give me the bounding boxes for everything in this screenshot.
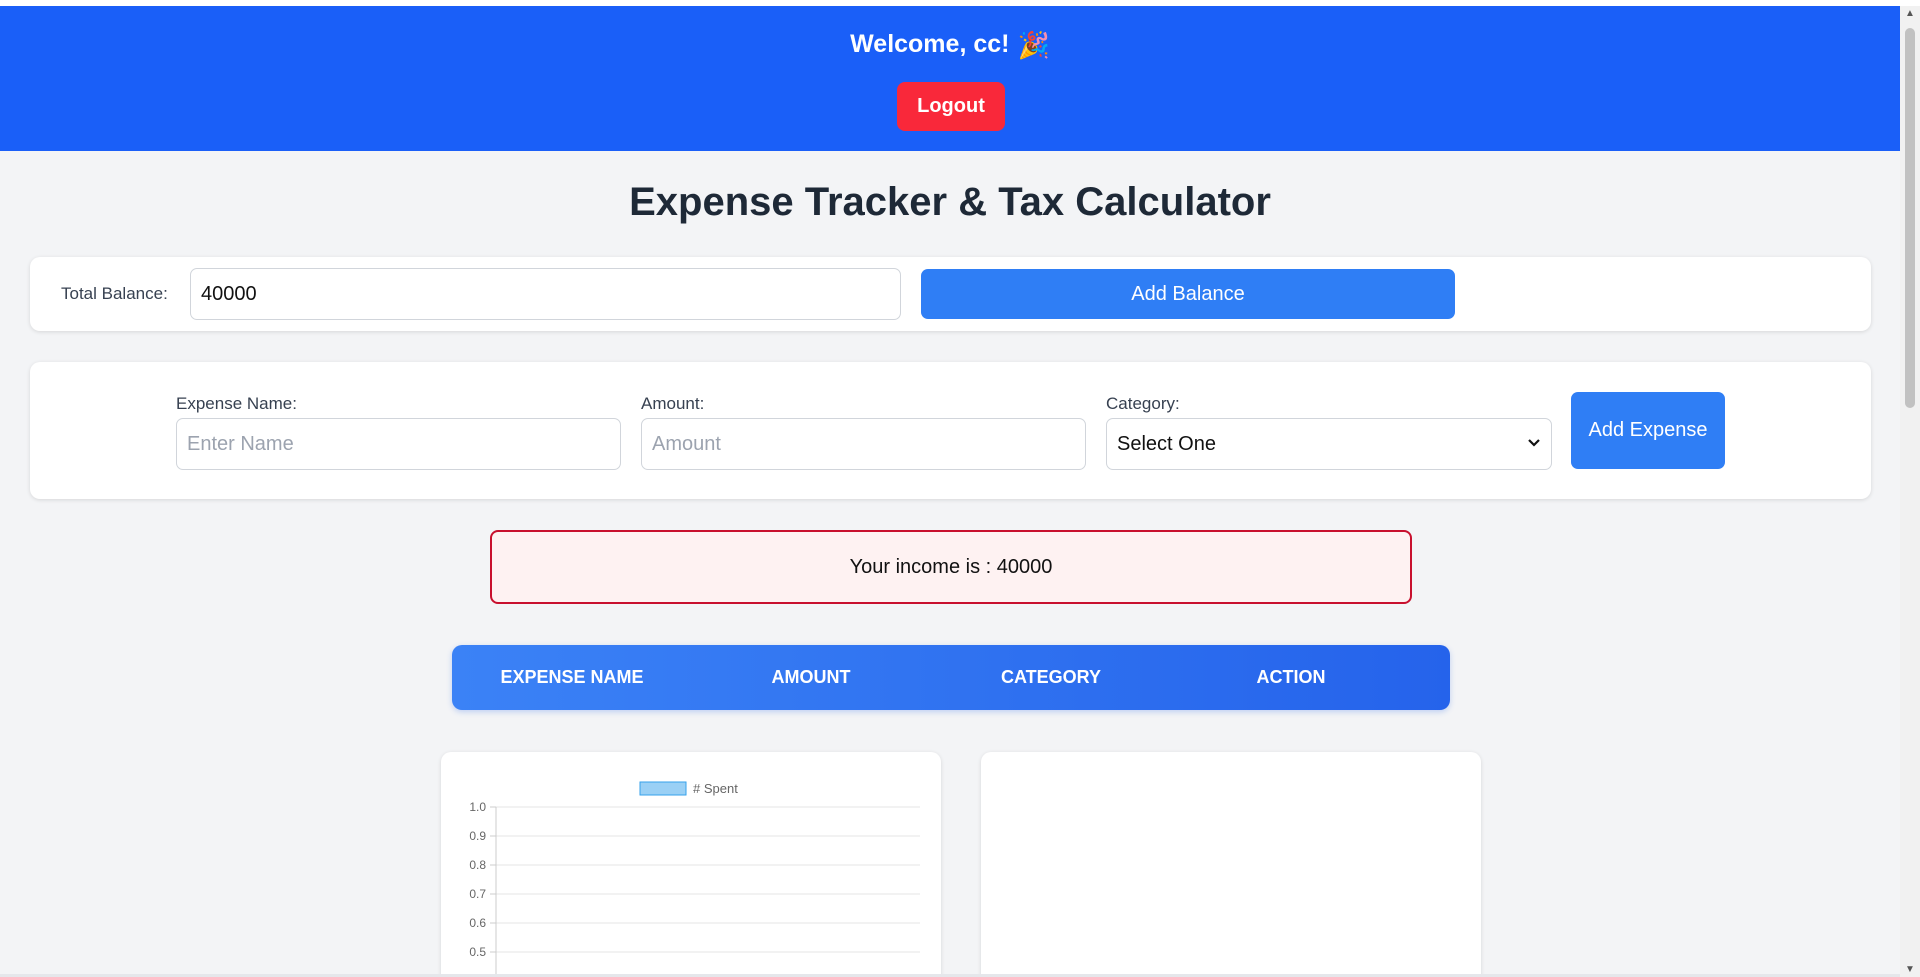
- legend-label: # Spent: [693, 781, 738, 796]
- total-balance-input[interactable]: [190, 268, 901, 320]
- spent-bar-chart: # Spent 1.0 0.9 0.8 0.7 0.6 0.5: [469, 781, 920, 977]
- chevron-down-icon: [1527, 435, 1541, 453]
- app-header: Welcome, cc! 🎉 Logout: [0, 6, 1900, 151]
- income-alert: Your income is : 40000: [490, 530, 1412, 604]
- vertical-scrollbar[interactable]: ▲ ▼: [1900, 6, 1920, 977]
- amount-label: Amount:: [641, 394, 705, 413]
- expense-name-input[interactable]: [176, 418, 621, 470]
- y-tick-label: 0.5: [469, 945, 486, 959]
- amount-input[interactable]: [641, 418, 1086, 470]
- y-tick-label: 0.6: [469, 916, 486, 930]
- y-tick-label: 0.8: [469, 858, 486, 872]
- category-label: Category:: [1106, 394, 1180, 413]
- welcome-text: Welcome, cc!: [850, 30, 1010, 58]
- balance-card: Total Balance: Add Balance: [30, 257, 1871, 331]
- logout-button[interactable]: Logout: [897, 82, 1005, 131]
- y-tick-label: 0.9: [469, 829, 486, 843]
- welcome-message: Welcome, cc! 🎉: [0, 30, 1900, 59]
- column-header-category: CATEGORY: [1000, 667, 1101, 687]
- add-expense-button[interactable]: Add Expense: [1571, 392, 1725, 469]
- total-balance-label: Total Balance:: [61, 284, 168, 303]
- party-popper-icon: 🎉: [1017, 29, 1050, 60]
- y-tick-label: 0.7: [469, 887, 486, 901]
- scroll-down-icon[interactable]: ▼: [1900, 964, 1920, 975]
- expense-table-header: EXPENSE NAME AMOUNT CATEGORY ACTION: [452, 645, 1450, 710]
- category-select[interactable]: Select One: [1106, 418, 1552, 470]
- add-balance-button[interactable]: Add Balance: [921, 269, 1455, 319]
- add-expense-card: Expense Name: Amount: Category: Select O…: [30, 362, 1871, 499]
- income-message: Your income is : 40000: [849, 555, 1053, 578]
- column-header-amount: AMOUNT: [771, 667, 851, 687]
- category-selected-value: Select One: [1117, 432, 1216, 455]
- scroll-up-icon[interactable]: ▲: [1900, 8, 1920, 19]
- page-title: Expense Tracker & Tax Calculator: [629, 180, 1271, 224]
- y-tick-label: 1.0: [469, 800, 486, 814]
- column-header-expense-name: EXPENSE NAME: [500, 667, 644, 687]
- pie-chart-card: [981, 752, 1481, 977]
- scrollbar-thumb[interactable]: [1905, 28, 1915, 408]
- legend-swatch: [639, 781, 687, 796]
- column-header-action: ACTION: [1256, 667, 1326, 687]
- expense-name-label: Expense Name:: [176, 394, 297, 413]
- bar-chart-card: # Spent 1.0 0.9 0.8 0.7 0.6 0.5: [441, 752, 941, 977]
